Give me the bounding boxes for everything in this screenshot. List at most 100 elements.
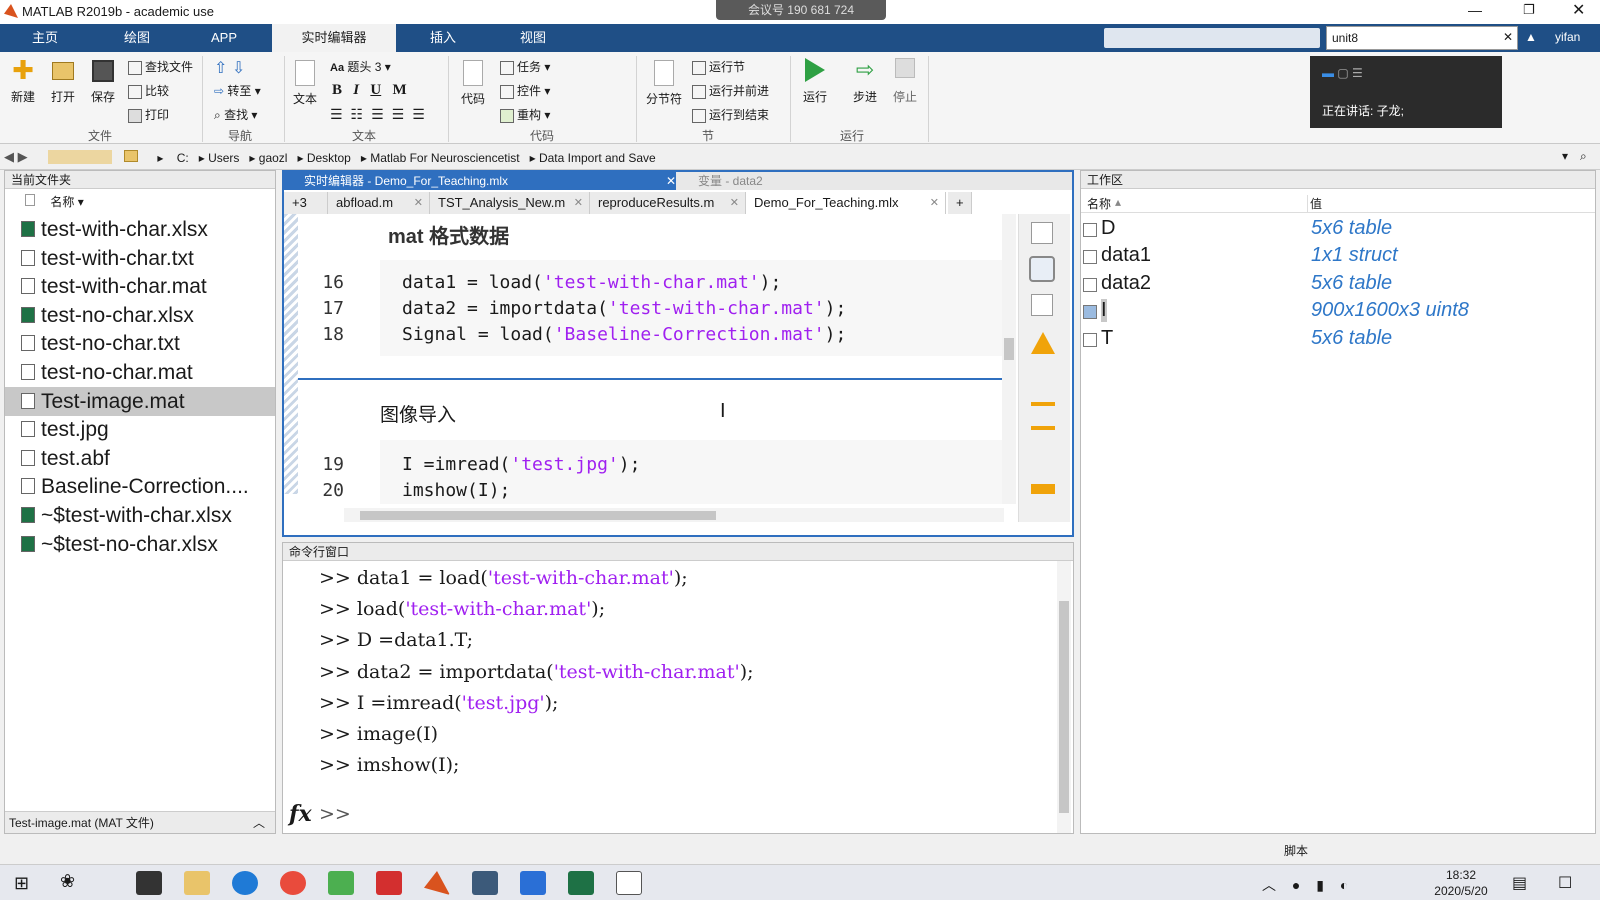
- workspace-row[interactable]: D 5x6 table: [1081, 217, 1595, 244]
- step-button[interactable]: ⇨ 步进: [850, 58, 880, 105]
- cmd-vscroll[interactable]: [1057, 561, 1071, 833]
- file-item[interactable]: test-no-char.mat: [5, 358, 275, 387]
- code-line[interactable]: Signal = load('Baseline-Correction.mat')…: [402, 324, 846, 345]
- file-column-header[interactable]: 名称 ▾: [25, 193, 84, 210]
- code-line[interactable]: data1 = load('test-with-char.mat');: [402, 272, 781, 293]
- goto-button[interactable]: ⇨ 转至 ▾: [214, 82, 261, 99]
- app-icon[interactable]: [472, 871, 498, 895]
- editor-tab[interactable]: reproduceResults.m ✕: [590, 192, 746, 214]
- chat-icon[interactable]: ☐: [1558, 873, 1572, 893]
- variable-tab[interactable]: 变量 - data2: [676, 172, 1072, 190]
- minimize-button[interactable]: —: [1468, 2, 1482, 18]
- tab-plots[interactable]: 绘图: [100, 24, 174, 52]
- editor-hscroll[interactable]: [344, 508, 1004, 522]
- editor-tab[interactable]: abfload.m ✕: [328, 192, 430, 214]
- editor-tab[interactable]: Demo_For_Teaching.mlx ✕: [746, 192, 946, 214]
- code-line[interactable]: data2 = importdata('test-with-char.mat')…: [402, 298, 846, 319]
- chrome-icon[interactable]: [280, 871, 306, 895]
- store-icon[interactable]: [136, 871, 162, 895]
- file-item[interactable]: ~$test-no-char.xlsx: [5, 530, 275, 559]
- workspace-row[interactable]: I 900x1600x3 uint8: [1081, 299, 1595, 326]
- file-item[interactable]: ~$test-with-char.xlsx: [5, 501, 275, 530]
- back-forward-icons[interactable]: ◀ ▶: [4, 149, 28, 165]
- clear-search-icon[interactable]: ✕: [1503, 30, 1513, 44]
- hide-code-icon[interactable]: [1031, 294, 1053, 316]
- name-column-header[interactable]: 名称: [1087, 195, 1111, 212]
- find-button[interactable]: ⌕ 查找 ▾: [214, 106, 257, 123]
- open-button[interactable]: 打开: [48, 58, 78, 105]
- command-line[interactable]: >> image(I): [319, 723, 438, 745]
- command-line[interactable]: >> D =data1.T;: [319, 629, 473, 651]
- tab-apps[interactable]: APP: [192, 24, 256, 52]
- folder-nav-icons[interactable]: [48, 150, 112, 164]
- code-line[interactable]: imshow(I);: [402, 480, 510, 501]
- file-item[interactable]: test-no-char.txt: [5, 329, 275, 358]
- compare-button[interactable]: 比较: [128, 82, 169, 99]
- command-line[interactable]: >> imshow(I);: [319, 754, 459, 776]
- task-button[interactable]: 任务 ▾: [500, 58, 550, 75]
- popup-controls[interactable]: ▬ ▢ ☰: [1322, 66, 1363, 80]
- tray-icons[interactable]: ︿ ● ▮ ◐: [1262, 875, 1354, 895]
- tab-view[interactable]: 视图: [492, 24, 574, 52]
- tab-close-icon[interactable]: ✕: [574, 192, 583, 214]
- wechat-icon[interactable]: [328, 871, 354, 895]
- command-prompt[interactable]: >>: [319, 803, 351, 825]
- find-files-button[interactable]: 查找文件: [128, 58, 193, 75]
- code-button[interactable]: 代码: [458, 60, 488, 107]
- file-item[interactable]: Test-image.mat: [5, 386, 275, 416]
- editor-tab[interactable]: +3: [284, 192, 328, 214]
- print-button[interactable]: 打印: [128, 106, 169, 123]
- fx-icon[interactable]: fx: [289, 801, 312, 827]
- output-right-icon[interactable]: [1029, 256, 1055, 282]
- run-to-end-button[interactable]: 运行到结束: [692, 106, 769, 123]
- notepad-icon[interactable]: [616, 871, 642, 895]
- tab-home[interactable]: 主页: [8, 24, 82, 52]
- user-menu[interactable]: yifan: [1555, 30, 1580, 44]
- refactor-button[interactable]: 重构 ▾: [500, 106, 550, 123]
- explorer-icon[interactable]: [184, 871, 210, 895]
- tab-close-icon[interactable]: ✕: [414, 192, 423, 214]
- excel-icon[interactable]: [568, 871, 594, 895]
- file-item[interactable]: test-no-char.xlsx: [5, 301, 275, 330]
- search-box[interactable]: unit8 ✕: [1326, 26, 1518, 50]
- command-line[interactable]: >> data2 = importdata('test-with-char.ma…: [319, 661, 754, 683]
- new-tab-button[interactable]: +: [948, 192, 972, 214]
- youdao-icon[interactable]: [376, 871, 402, 895]
- text-button[interactable]: 文本: [290, 60, 320, 107]
- value-column-header[interactable]: 值: [1307, 195, 1322, 212]
- command-line[interactable]: >> data1 = load('test-with-char.mat');: [319, 567, 688, 589]
- matlab-icon[interactable]: [424, 871, 450, 895]
- search-input[interactable]: unit8: [1332, 31, 1358, 45]
- tab-close-icon[interactable]: ✕: [930, 192, 939, 214]
- notification-icon[interactable]: ▤: [1512, 873, 1527, 893]
- file-item[interactable]: test.jpg: [5, 415, 275, 444]
- task-view-icon[interactable]: ❀: [60, 871, 86, 895]
- file-checkbox[interactable]: [25, 194, 35, 206]
- save-button[interactable]: 保存: [88, 58, 118, 105]
- heading-dropdown[interactable]: Aa 题头 3 ▾: [330, 58, 391, 75]
- tab-live-editor[interactable]: 实时编辑器: [272, 24, 396, 52]
- section-break-button[interactable]: 分节符: [644, 60, 684, 107]
- editor-vscroll-thumb[interactable]: [1004, 338, 1014, 360]
- output-inline-icon[interactable]: [1031, 222, 1053, 244]
- run-button[interactable]: 运行: [800, 58, 830, 105]
- windows-start-icon[interactable]: ⊞: [14, 873, 29, 894]
- list-align-buttons[interactable]: ☰☷☰☰☰: [330, 106, 433, 123]
- editor-close-icon[interactable]: ✕: [666, 172, 676, 190]
- edge-icon[interactable]: [232, 871, 258, 895]
- collapse-icon[interactable]: ︿: [253, 812, 265, 834]
- bell-icon[interactable]: ▲: [1525, 30, 1537, 44]
- address-dropdown-icon[interactable]: ▾: [1562, 149, 1568, 163]
- tab-close-icon[interactable]: ✕: [730, 192, 739, 214]
- command-line[interactable]: >> load('test-with-char.mat');: [319, 598, 605, 620]
- address-search-icon[interactable]: ⌕: [1580, 149, 1587, 164]
- editor-vscroll[interactable]: [1002, 214, 1016, 504]
- code-line[interactable]: I =imread('test.jpg');: [402, 454, 640, 475]
- file-item[interactable]: test-with-char.mat: [5, 272, 275, 301]
- file-item[interactable]: Baseline-Correction....: [5, 472, 275, 501]
- stop-button[interactable]: 停止: [890, 58, 920, 105]
- file-item[interactable]: test-with-char.txt: [5, 244, 275, 273]
- file-item[interactable]: test.abf: [5, 444, 275, 473]
- close-button[interactable]: ✕: [1572, 0, 1585, 20]
- nav-arrows[interactable]: ⇧ ⇩: [214, 58, 245, 78]
